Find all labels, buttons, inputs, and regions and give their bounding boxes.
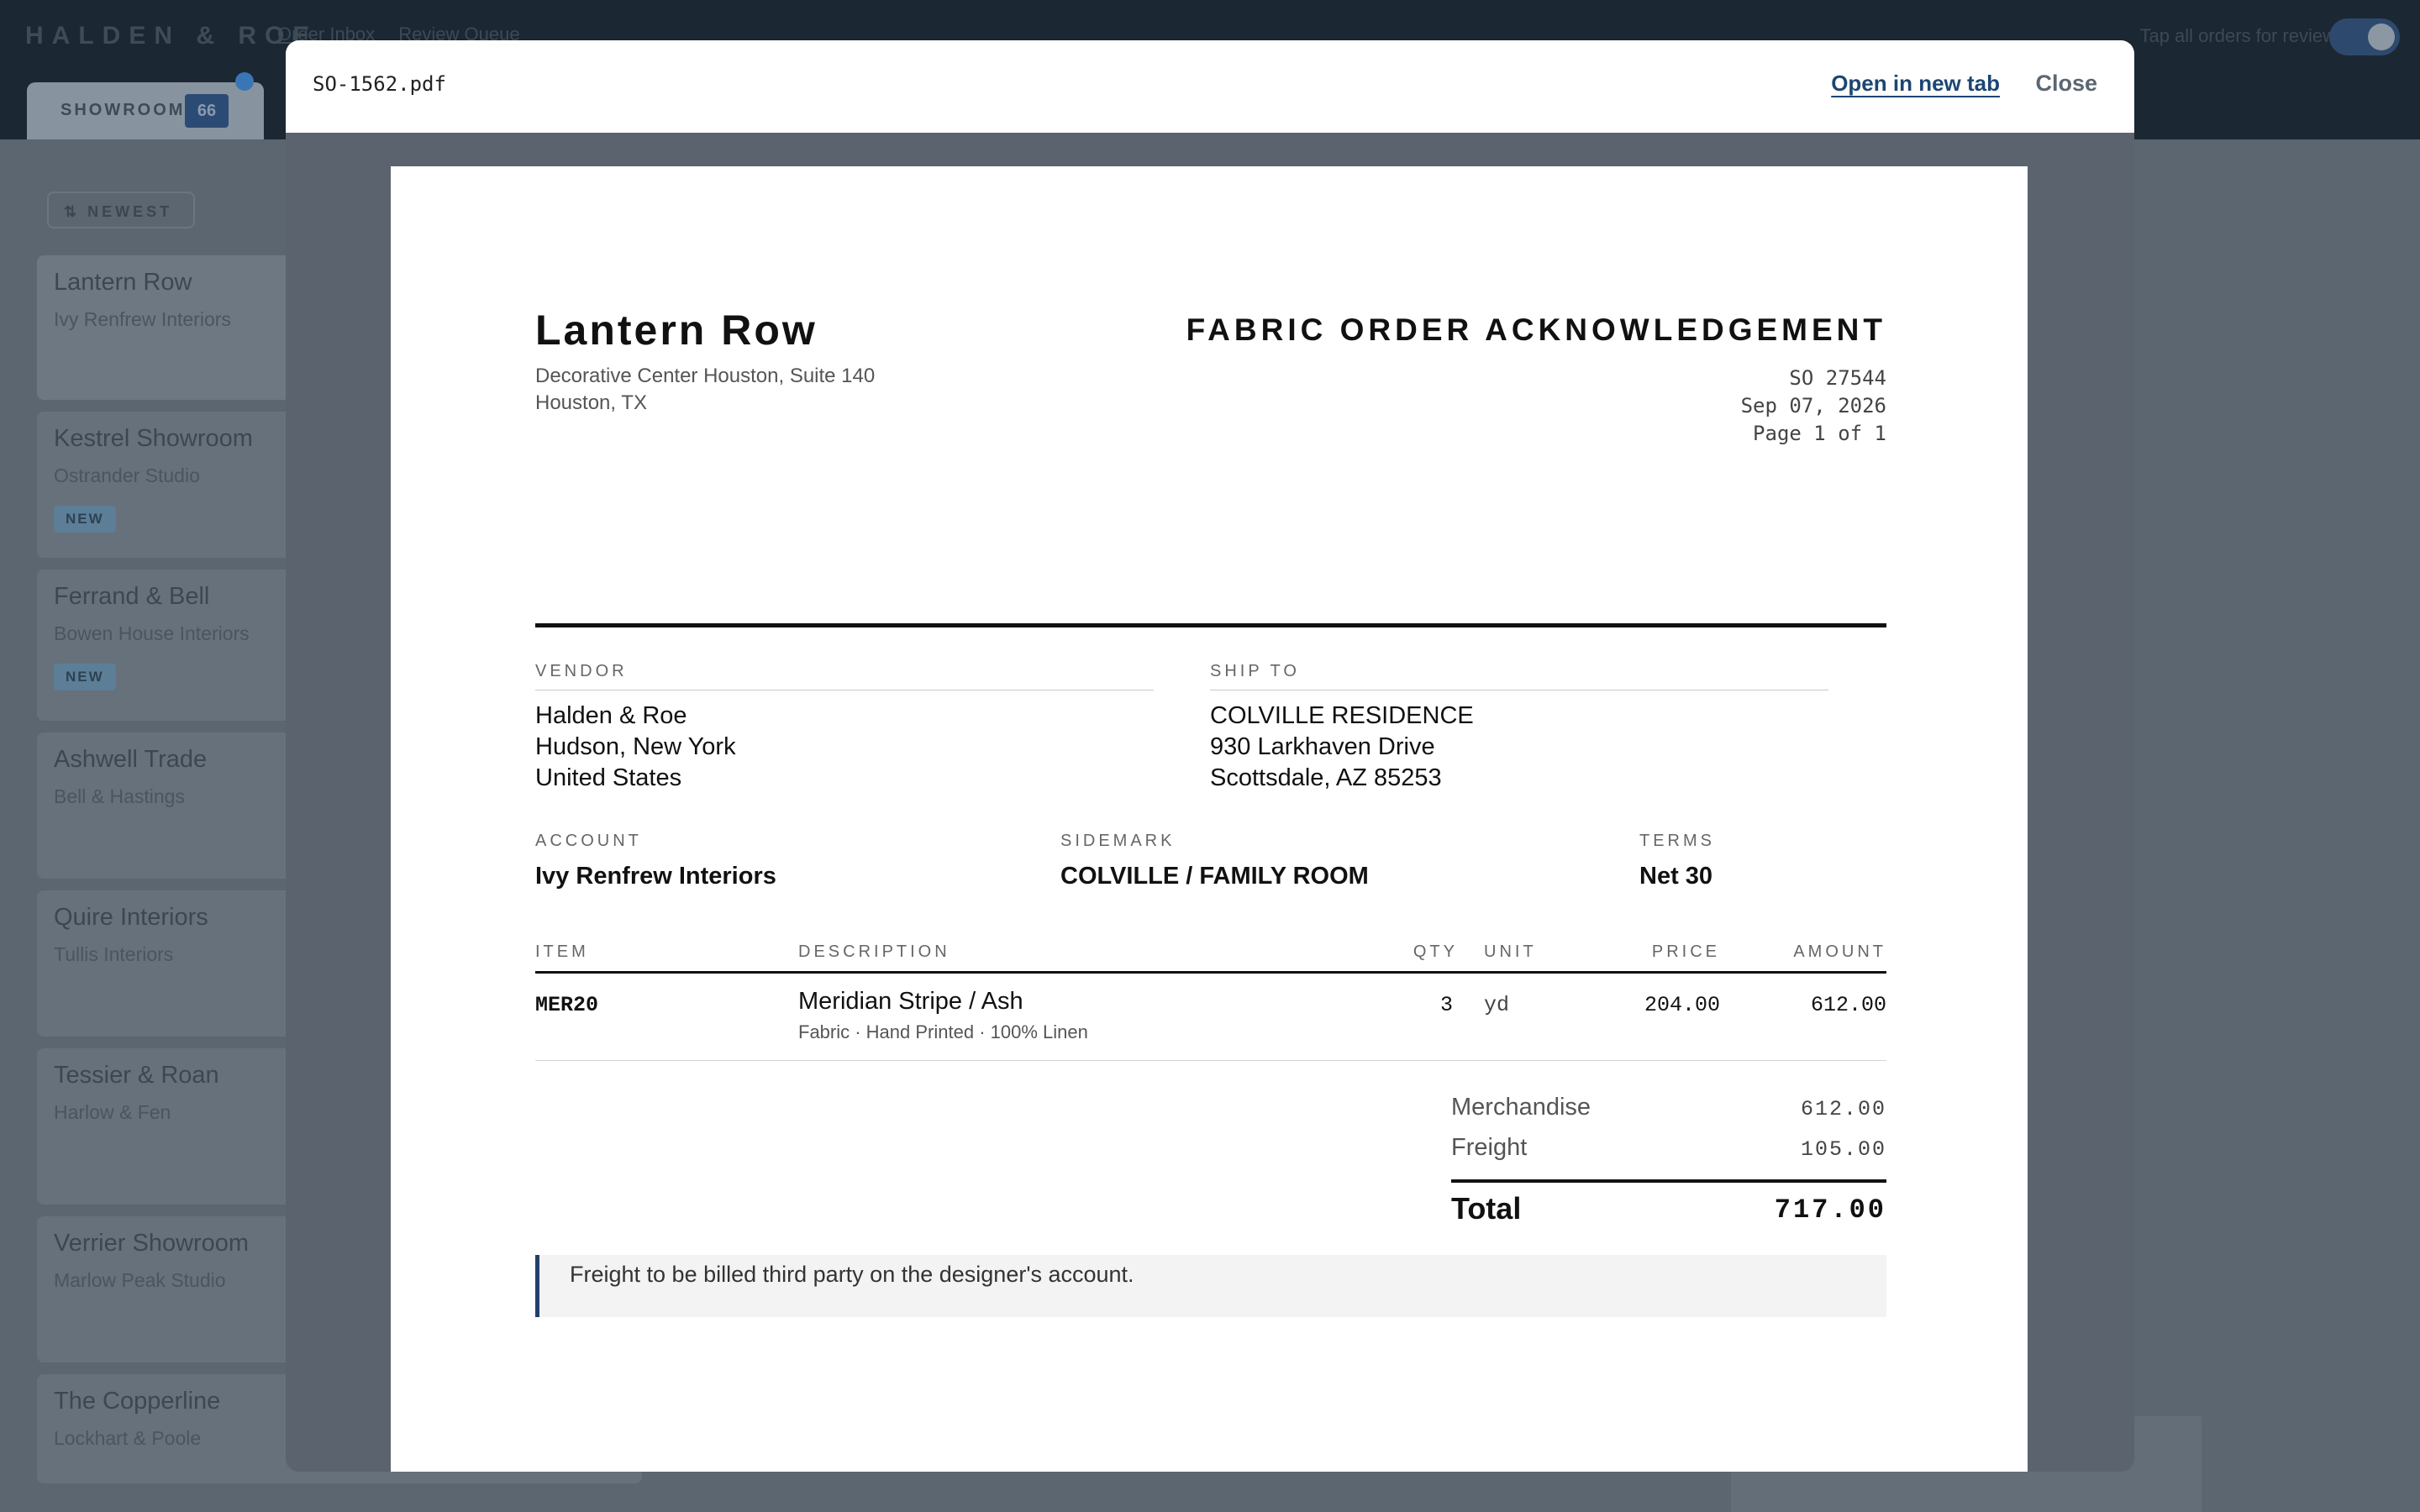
shop-address-line: Decorative Center Houston, Suite 140 [535, 365, 876, 387]
freight-note: Freight to be billed third party on the … [535, 1255, 1886, 1317]
col-header-unit: UNIT [1484, 942, 1537, 961]
new-badge: NEW [54, 664, 116, 690]
so-number: SO 27544 [1789, 366, 1886, 390]
tab-showroom-count: 66 [185, 94, 229, 128]
review-toggle[interactable] [2329, 18, 2400, 55]
line-item-price: 204.00 [1644, 993, 1720, 1017]
close-button[interactable]: Close [2035, 71, 2097, 97]
document-date: Sep 07, 2026 [1740, 394, 1886, 417]
col-header-item: ITEM [535, 942, 589, 961]
account-field: ACCOUNT Ivy Renfrew Interiors [535, 832, 776, 890]
ship-to-block: SHIP TO COLVILLE RESIDENCE 930 Larkhaven… [1210, 662, 1828, 794]
col-header-qty: QTY [1413, 942, 1458, 961]
shop-address: Decorative Center Houston, Suite 140 Hou… [535, 363, 875, 417]
line-item-amount: 612.00 [1810, 993, 1886, 1017]
vendor-line: Halden & Roe [535, 702, 687, 729]
document-meta: SO 27544 Sep 07, 2026 Page 1 of 1 [1741, 365, 1886, 448]
total-label: Total [1451, 1191, 1522, 1226]
ship-to-address: COLVILLE RESIDENCE 930 Larkhaven Drive S… [1210, 701, 1828, 794]
account-label: ACCOUNT [535, 832, 642, 850]
ship-to-label: SHIP TO [1210, 662, 1828, 690]
sidemark-field: SIDEMARK COLVILLE / FAMILY ROOM [1060, 832, 1369, 890]
col-header-description: DESCRIPTION [798, 942, 950, 961]
tab-showroom-label: SHOWROOM [60, 101, 186, 119]
freight-value: 105.00 [1800, 1137, 1886, 1162]
tab-showroom[interactable]: SHOWROOM 66 [27, 72, 264, 139]
ship-to-line: Scottsdale, AZ 85253 [1210, 764, 1442, 791]
shop-name: Lantern Row [535, 307, 818, 354]
merchandise-label: Merchandise [1451, 1094, 1591, 1121]
sidemark-value: COLVILLE / FAMILY ROOM [1060, 863, 1369, 890]
ship-to-line: COLVILLE RESIDENCE [1210, 702, 1474, 729]
terms-field: TERMS Net 30 [1639, 832, 1715, 890]
merchandise-value: 612.00 [1800, 1097, 1886, 1121]
pdf-preview-modal: SO-1562.pdf Open in new tab Close Lanter… [286, 40, 2134, 1472]
line-item-description: Meridian Stripe / Ash [798, 988, 1023, 1015]
sort-button[interactable]: ⇅ NEWEST [47, 192, 195, 228]
brand-logo: HALDEN & ROE [25, 22, 318, 50]
line-item-qty: 3 [1439, 993, 1453, 1017]
pdf-page: Lantern Row Decorative Center Houston, S… [391, 166, 2028, 1472]
new-badge: NEW [54, 506, 116, 533]
row-rule [535, 1060, 1886, 1061]
open-in-new-tab-link[interactable]: Open in new tab [1831, 71, 2000, 97]
vendor-line: Hudson, New York [535, 733, 736, 760]
header-rule [535, 623, 1886, 627]
notification-dot [235, 72, 254, 91]
line-item-code: MER20 [535, 993, 599, 1017]
document-title: FABRIC ORDER ACKNOWLEDGEMENT [1186, 312, 1886, 347]
vendor-label: VENDOR [535, 662, 1154, 690]
terms-value: Net 30 [1639, 863, 1713, 890]
table-header-rule [535, 971, 1886, 974]
shop-address-line: Houston, TX [535, 391, 647, 414]
account-value: Ivy Renfrew Interiors [535, 863, 776, 890]
vendor-block: VENDOR Halden & Roe Hudson, New York Uni… [535, 662, 1154, 794]
terms-label: TERMS [1639, 832, 1715, 850]
page-indicator: Page 1 of 1 [1753, 422, 1886, 445]
col-header-price: PRICE [1651, 942, 1720, 961]
vendor-address: Halden & Roe Hudson, New York United Sta… [535, 701, 1154, 794]
sidemark-label: SIDEMARK [1060, 832, 1176, 850]
modal-header: SO-1562.pdf Open in new tab Close [286, 40, 2134, 134]
col-header-amount: AMOUNT [1793, 942, 1886, 961]
review-toggle-label: Tap all orders for review [2139, 25, 2336, 46]
line-item-detail: Fabric · Hand Printed · 100% Linen [798, 1021, 1088, 1042]
total-value: 717.00 [1774, 1194, 1886, 1226]
vendor-line: United States [535, 764, 682, 791]
freight-label: Freight [1451, 1134, 1528, 1161]
ship-to-line: 930 Larkhaven Drive [1210, 733, 1435, 760]
total-rule [1451, 1179, 1886, 1183]
pdf-viewer[interactable]: Lantern Row Decorative Center Houston, S… [286, 133, 2134, 1472]
line-item-unit: yd [1484, 993, 1510, 1017]
file-name: SO-1562.pdf [313, 72, 446, 96]
